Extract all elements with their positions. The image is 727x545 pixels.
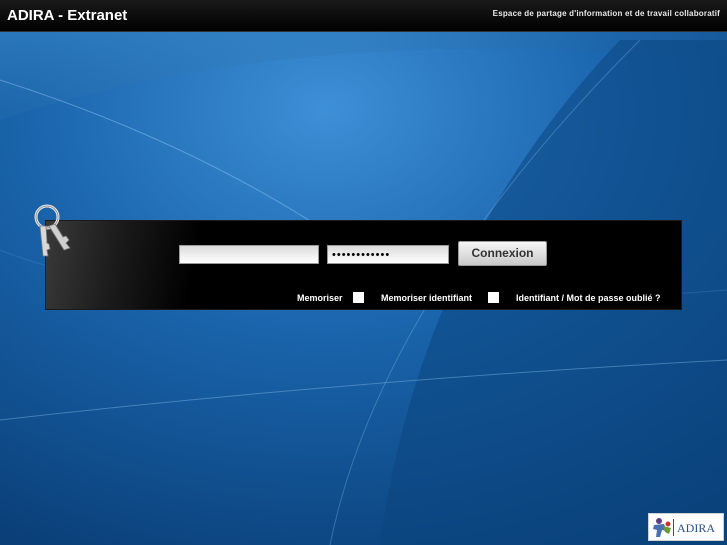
adira-logo: ADIRA xyxy=(648,513,724,541)
remember-id-checkbox[interactable] xyxy=(488,292,499,303)
logo-separator xyxy=(673,519,674,536)
tagline: Espace de partage d'information et de tr… xyxy=(492,9,720,18)
remember-id-label: Memoriser identifiant xyxy=(381,293,473,303)
remember-checkbox[interactable] xyxy=(353,292,364,303)
connect-button[interactable]: Connexion xyxy=(458,241,547,266)
adira-figure-icon xyxy=(653,518,671,537)
remember-label: Memoriser xyxy=(297,293,343,303)
page: { "header": { "app_title": "ADIRA - Extr… xyxy=(0,0,727,545)
password-input[interactable] xyxy=(327,245,449,264)
logo-text: ADIRA xyxy=(677,521,715,535)
top-bar: ADIRA - Extranet Espace de partage d'inf… xyxy=(0,0,727,32)
app-title: ADIRA - Extranet xyxy=(7,7,128,24)
forgot-password-link[interactable]: Identifiant / Mot de passe oublié ? xyxy=(516,293,661,303)
keys-icon xyxy=(34,204,71,257)
username-input[interactable] xyxy=(179,245,319,264)
